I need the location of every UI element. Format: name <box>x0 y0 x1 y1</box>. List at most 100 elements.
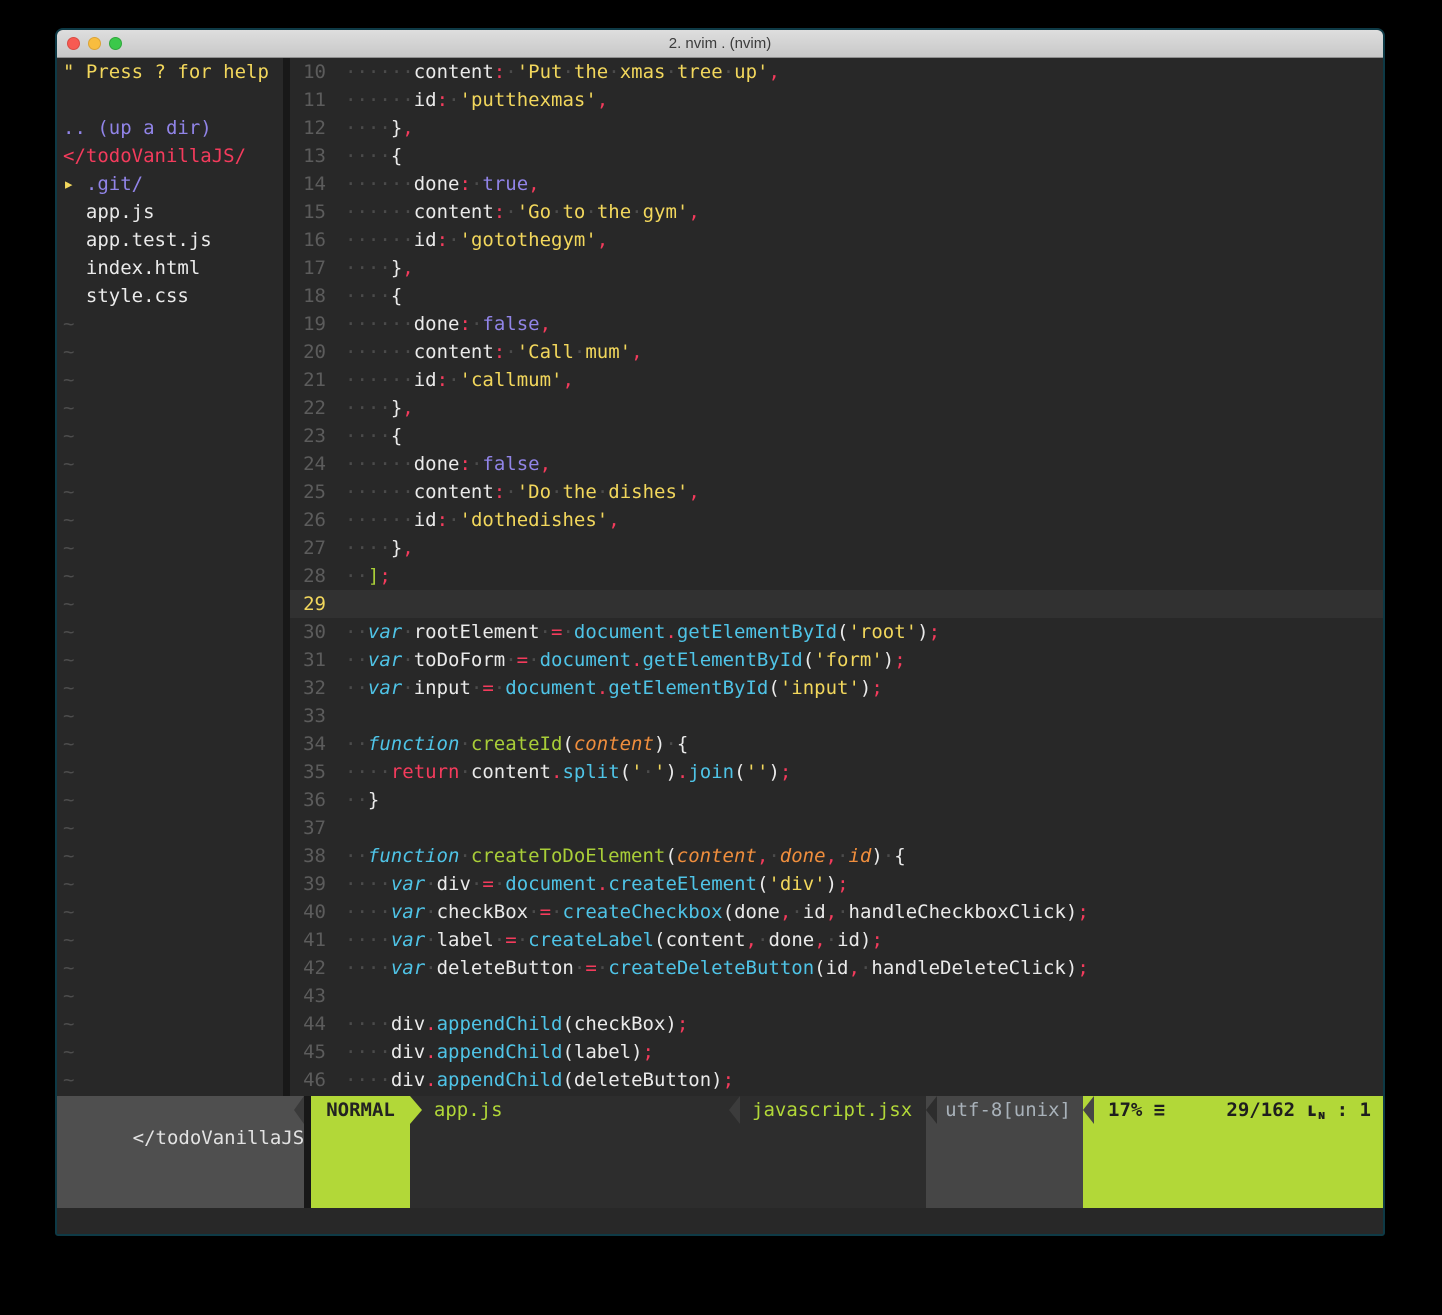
code-line[interactable]: 25······content:·'Do·the·dishes', <box>290 478 1383 506</box>
code-line[interactable]: 20······content:·'Call·mum', <box>290 338 1383 366</box>
code-token: , <box>608 509 619 531</box>
code-line[interactable]: 35····return·content.split('·').join('')… <box>290 758 1383 786</box>
line-number: 15 <box>290 198 326 226</box>
code-token: ······ <box>345 201 414 223</box>
code-token: ······ <box>345 313 414 335</box>
line-number: 35 <box>290 758 326 786</box>
code-line[interactable]: 21······id:·'callmum', <box>290 366 1383 394</box>
code-line[interactable]: 28··]; <box>290 562 1383 590</box>
code-token: ···· <box>345 537 391 559</box>
code-token: : <box>437 369 448 391</box>
line-number: 23 <box>290 422 326 450</box>
code-line[interactable]: 24······done:·false, <box>290 450 1383 478</box>
code-line[interactable]: 40····var·checkBox·=·createCheckbox(done… <box>290 898 1383 926</box>
code-line[interactable]: 31··var·toDoForm·=·document.getElementBy… <box>290 646 1383 674</box>
code-line[interactable]: 39····var·div·=·document.createElement('… <box>290 870 1383 898</box>
empty-line-tilde: ~ <box>57 758 283 786</box>
code-token: , <box>814 929 825 951</box>
code-line-text: ······id:·'dothedishes', <box>326 506 620 534</box>
code-line[interactable]: 45····div.appendChild(label); <box>290 1038 1383 1066</box>
minimize-button[interactable] <box>88 37 101 50</box>
code-token: : <box>459 313 470 335</box>
code-line-cursor[interactable]: 29 <box>290 590 1383 618</box>
code-line[interactable]: 16······id:·'gotothegym', <box>290 226 1383 254</box>
code-line-text: ······content:·'Put·the·xmas·tree·up', <box>326 58 780 86</box>
file-explorer[interactable]: " Press ? for help.. (up a dir)</todoVan… <box>57 58 283 1096</box>
explorer-statusline: </todoVanillaJS <box>57 1096 304 1208</box>
empty-line-tilde: ~ <box>57 618 283 646</box>
code-line[interactable]: 46····div.appendChild(deleteButton); <box>290 1066 1383 1094</box>
code-line[interactable]: 14······done:·true, <box>290 170 1383 198</box>
code-token: content <box>677 845 757 867</box>
code-token: ······ <box>345 341 414 363</box>
line-number: 39 <box>290 870 326 898</box>
vertical-split[interactable] <box>283 58 290 1096</box>
code-token: ) <box>654 733 665 755</box>
code-line[interactable]: 10······content:·'Put·the·xmas·tree·up', <box>290 58 1383 86</box>
code-token: · <box>837 845 848 867</box>
code-token: , <box>528 173 539 195</box>
code-line[interactable]: 33 <box>290 702 1383 730</box>
zoom-button[interactable] <box>109 37 122 50</box>
code-line[interactable]: 32··var·input·=·document.getElementById(… <box>290 674 1383 702</box>
code-token: · <box>448 369 459 391</box>
code-line[interactable]: 18····{ <box>290 282 1383 310</box>
code-token: ···· <box>345 425 391 447</box>
explorer-item[interactable]: app.js <box>57 198 283 226</box>
code-token: · <box>551 901 562 923</box>
code-line[interactable]: 22····}, <box>290 394 1383 422</box>
code-line[interactable]: 23····{ <box>290 422 1383 450</box>
code-token: toDoForm <box>414 649 506 671</box>
code-token: ) <box>860 677 871 699</box>
code-token: = <box>517 649 528 671</box>
code-token: ( <box>562 1041 573 1063</box>
explorer-item[interactable]: ▸ .git/ <box>57 170 283 198</box>
code-token: , <box>688 481 699 503</box>
code-token: ·· <box>345 789 368 811</box>
code-line[interactable]: 43 <box>290 982 1383 1010</box>
code-token: appendChild <box>437 1069 563 1091</box>
code-line[interactable]: 26······id:·'dothedishes', <box>290 506 1383 534</box>
close-button[interactable] <box>67 37 80 50</box>
code-line[interactable]: 41····var·label·=·createLabel(content,·d… <box>290 926 1383 954</box>
explorer-item[interactable]: style.css <box>57 282 283 310</box>
explorer-item[interactable]: </todoVanillaJS/ <box>57 142 283 170</box>
code-token: 'div' <box>768 873 825 895</box>
code-area[interactable]: 10······content:·'Put·the·xmas·tree·up',… <box>290 58 1383 1096</box>
code-line[interactable]: 34··function·createId(content)·{ <box>290 730 1383 758</box>
explorer-token: ▸ <box>63 173 86 195</box>
scroll-percent: 17% ≡ <box>1108 1096 1165 1208</box>
explorer-header-line[interactable]: .. (up a dir) <box>57 114 283 142</box>
code-line[interactable]: 11······id:·'putthexmas', <box>290 86 1383 114</box>
code-line[interactable]: 19······done:·false, <box>290 310 1383 338</box>
code-line[interactable]: 30··var·rootElement·=·document.getElemen… <box>290 618 1383 646</box>
code-token: content <box>665 929 745 951</box>
empty-line-tilde: ~ <box>57 870 283 898</box>
code-line[interactable]: 36··} <box>290 786 1383 814</box>
editor-main: " Press ? for help.. (up a dir)</todoVan… <box>57 58 1383 1096</box>
code-token: ) <box>860 929 871 951</box>
code-line-text: ····var·div·=·document.createElement('di… <box>326 870 849 898</box>
code-line[interactable]: 37 <box>290 814 1383 842</box>
line-number: 11 <box>290 86 326 114</box>
code-token: ( <box>562 733 573 755</box>
code-line[interactable]: 38··function·createToDoElement(content,·… <box>290 842 1383 870</box>
code-token: ; <box>871 677 882 699</box>
code-token: ······ <box>345 61 414 83</box>
code-token: ; <box>1077 901 1088 923</box>
terminal-window: 2. nvim . (nvim) " Press ? for help.. (u… <box>55 28 1385 1236</box>
explorer-item[interactable]: index.html <box>57 254 283 282</box>
code-line[interactable]: 12····}, <box>290 114 1383 142</box>
code-line[interactable]: 42····var·deleteButton·=·createDeleteBut… <box>290 954 1383 982</box>
code-token: · <box>494 873 505 895</box>
line-number: 16 <box>290 226 326 254</box>
code-line-text: ··]; <box>326 562 391 590</box>
explorer-item[interactable]: app.test.js <box>57 226 283 254</box>
code-line[interactable]: 17····}, <box>290 254 1383 282</box>
code-line[interactable]: 27····}, <box>290 534 1383 562</box>
command-line[interactable] <box>57 1208 1383 1234</box>
code-line[interactable]: 13····{ <box>290 142 1383 170</box>
line-number: 33 <box>290 702 326 730</box>
code-line[interactable]: 15······content:·'Go·to·the·gym', <box>290 198 1383 226</box>
code-line[interactable]: 44····div.appendChild(checkBox); <box>290 1010 1383 1038</box>
